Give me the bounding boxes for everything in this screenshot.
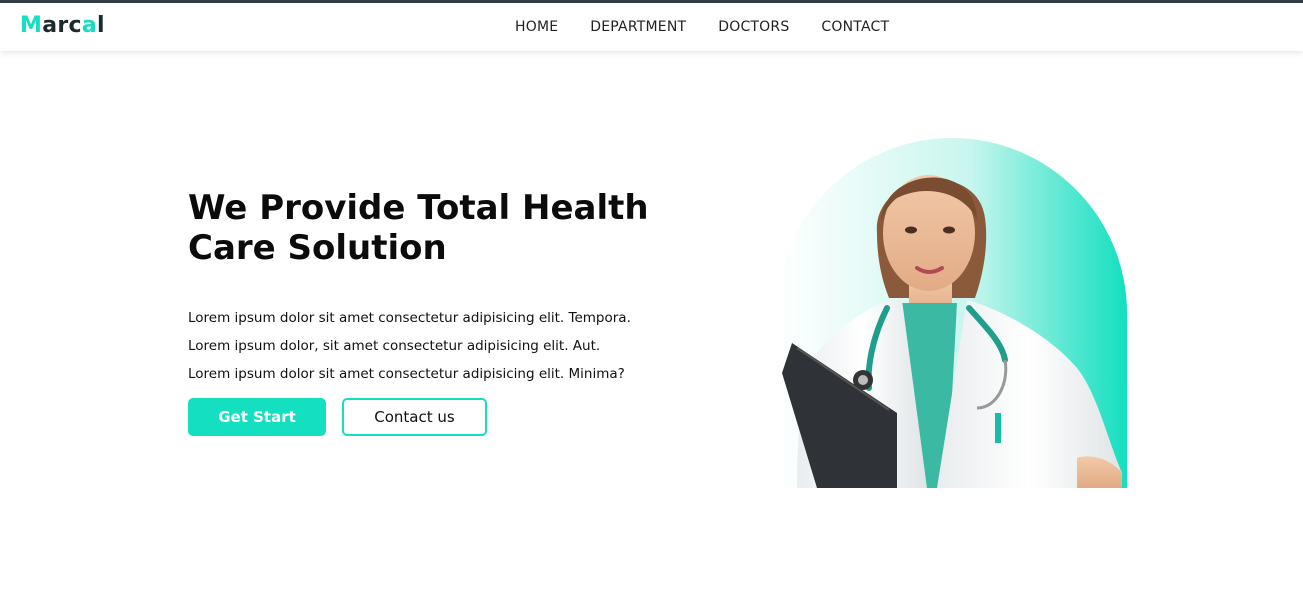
- doctor-illustration: [777, 138, 1127, 488]
- hero-title-line-1: We Provide Total Health: [188, 188, 649, 228]
- logo-letter-a: a: [81, 13, 97, 38]
- hero-title: We Provide Total Health Care Solution: [188, 188, 658, 268]
- logo-letters-arc: arc: [42, 13, 82, 38]
- logo-letter-m: M: [20, 13, 43, 38]
- hero-text-line: Lorem ipsum dolor sit amet consectetur a…: [188, 310, 631, 326]
- nav-contact[interactable]: CONTACT: [821, 19, 889, 35]
- hero-title-line-2: Care Solution: [188, 228, 447, 268]
- brand-logo[interactable]: Marcal: [20, 13, 105, 38]
- hero-description: Lorem ipsum dolor sit amet consectetur a…: [188, 304, 658, 388]
- nav-home[interactable]: HOME: [515, 19, 558, 35]
- get-start-button[interactable]: Get Start: [188, 398, 326, 436]
- hero-text-line: Lorem ipsum dolor sit amet consectetur a…: [188, 366, 625, 382]
- nav-doctors[interactable]: DOCTORS: [718, 19, 789, 35]
- navbar: Marcal HOME DEPARTMENT DOCTORS CONTACT: [0, 3, 1303, 51]
- main-nav: HOME DEPARTMENT DOCTORS CONTACT: [515, 19, 921, 35]
- hero-text-line: Lorem ipsum dolor, sit amet consectetur …: [188, 338, 601, 354]
- nav-department[interactable]: DEPARTMENT: [590, 19, 686, 35]
- logo-letter-l: l: [97, 13, 105, 38]
- contact-us-button[interactable]: Contact us: [342, 398, 487, 436]
